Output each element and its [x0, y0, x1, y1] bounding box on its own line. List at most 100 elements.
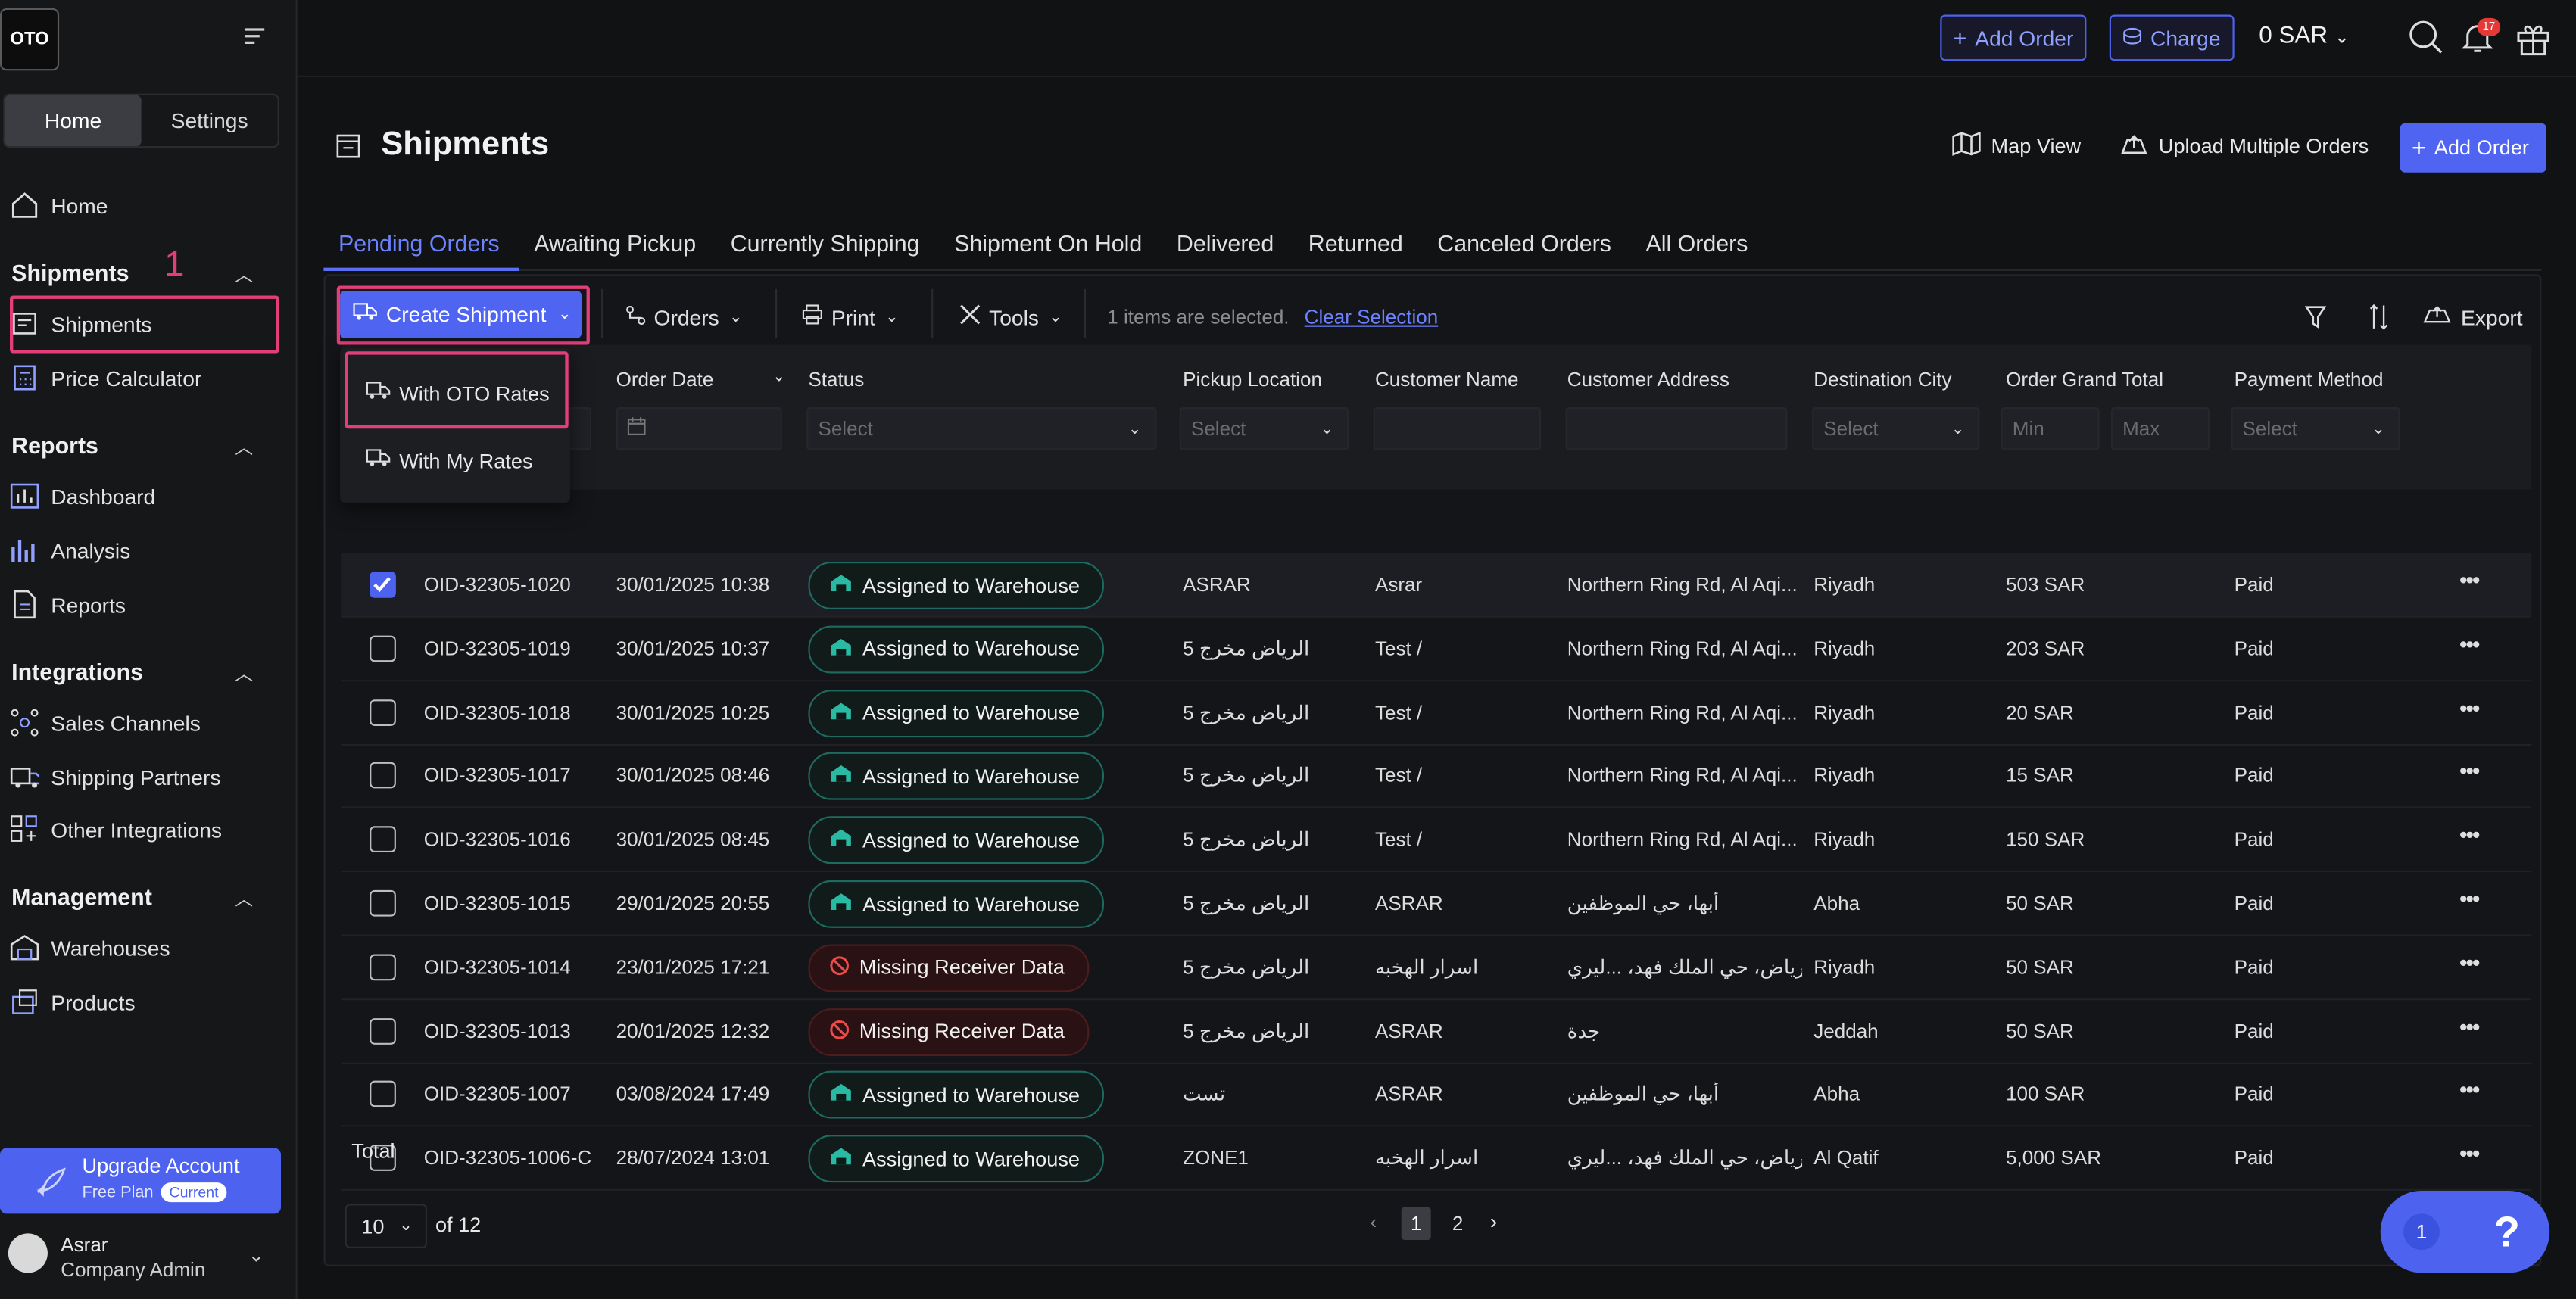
table-row[interactable]: OID-32305-1016 30/01/2025 08:45 Assigned t… [341, 808, 2532, 873]
column-status[interactable]: Status [808, 368, 864, 391]
order-id[interactable]: OID-32305-1015 [424, 892, 571, 914]
table-row[interactable]: OID-32305-1019 30/01/2025 10:37 Assigned t… [341, 617, 2532, 681]
row-checkbox[interactable] [370, 889, 396, 917]
column-order-grand-total[interactable]: Order Grand Total [2006, 368, 2163, 391]
column-payment-method[interactable]: Payment Method [2235, 368, 2384, 391]
table-row[interactable]: OID-32305-1020 30/01/2025 10:38 Assigned t… [341, 553, 2532, 618]
top-add-order-button[interactable]: + Add Order [1940, 14, 2087, 61]
more-options-icon[interactable]: ••• [2459, 821, 2481, 848]
sidebar-item-reports[interactable]: Reports [10, 583, 126, 625]
column-destination-city[interactable]: Destination City [1813, 368, 1951, 391]
prev-page-icon[interactable]: ‹ [1370, 1210, 1377, 1233]
order-id[interactable]: OID-32305-1017 [424, 765, 571, 787]
more-options-icon[interactable]: ••• [2459, 1076, 2481, 1103]
row-checkbox[interactable] [370, 826, 396, 853]
customer-filter[interactable] [1373, 407, 1542, 450]
table-row[interactable]: OID-32305-1007 03/08/2024 17:49 Assigned t… [341, 1064, 2532, 1128]
table-row[interactable]: OID-32305-1014 23/01/2025 17:21 Missing Re… [341, 936, 2532, 1000]
sidebar-item-shipments[interactable]: Shipments [10, 302, 152, 344]
more-options-icon[interactable]: ••• [2459, 758, 2481, 784]
sidebar-item-products[interactable]: Products [10, 980, 136, 1023]
chevron-up-icon[interactable]: ︿ [235, 261, 253, 288]
order-id[interactable]: OID-32305-1013 [424, 1019, 571, 1042]
row-checkbox[interactable] [370, 635, 396, 662]
more-options-icon[interactable]: ••• [2459, 949, 2481, 976]
tab-delivered[interactable]: Delivered [1162, 222, 1293, 271]
column-order-date[interactable]: Order Date [616, 368, 714, 391]
chevron-down-icon[interactable]: ⌄ [772, 368, 786, 386]
more-options-icon[interactable]: ••• [2459, 631, 2481, 657]
section-shipments[interactable]: Shipments [11, 256, 129, 288]
address-filter[interactable] [1565, 407, 1788, 450]
page-1-button[interactable]: 1 [1401, 1207, 1431, 1241]
orders-menu[interactable]: Orders ⌄ [626, 296, 743, 338]
tab-awaiting-pickup[interactable]: Awaiting Pickup [519, 222, 716, 271]
page-size-select[interactable]: 10 ⌄ [345, 1204, 428, 1248]
balance-dropdown[interactable]: 0 SAR ⌄ [2259, 23, 2350, 49]
sidebar-item-sales-channels[interactable]: Sales Channels [10, 701, 201, 743]
tab-returned[interactable]: Returned [1293, 222, 1423, 271]
add-order-button[interactable]: + Add Order [2400, 123, 2546, 173]
sidebar-item-price-calculator[interactable]: Price Calculator [10, 357, 201, 399]
tab-home[interactable]: Home [5, 95, 142, 147]
map-view-button[interactable]: Map View [1951, 131, 2081, 161]
order-id[interactable]: OID-32305-1020 [424, 573, 571, 596]
section-management[interactable]: Management [11, 880, 152, 913]
collapse-menu-icon[interactable] [245, 26, 265, 51]
more-options-icon[interactable]: ••• [2459, 1140, 2481, 1167]
max-total-input[interactable]: Max [2110, 407, 2210, 450]
table-row[interactable]: OID-32305-1018 30/01/2025 10:25 Assigned t… [341, 681, 2532, 746]
next-page-icon[interactable]: › [1490, 1209, 1497, 1234]
print-menu[interactable]: Print ⌄ [802, 296, 899, 338]
tab-currently-shipping[interactable]: Currently Shipping [716, 222, 939, 271]
chevron-up-icon[interactable]: ︿ [235, 434, 253, 460]
chevron-up-icon[interactable]: ︿ [235, 660, 253, 687]
search-icon[interactable] [2409, 20, 2445, 64]
sidebar-item-analysis[interactable]: Analysis [10, 529, 130, 572]
more-options-icon[interactable]: ••• [2459, 885, 2481, 911]
sort-icon[interactable] [2369, 296, 2389, 338]
export-button[interactable]: Export [2423, 296, 2523, 338]
column-customer-address[interactable]: Customer Address [1567, 368, 1729, 391]
oto-logo[interactable]: OTO [0, 8, 60, 71]
order-id[interactable]: OID-32305-1016 [424, 828, 571, 851]
help-widget[interactable]: 1 ? [2380, 1190, 2550, 1273]
row-checkbox[interactable] [370, 1081, 396, 1108]
upload-multiple-orders-button[interactable]: Upload Multiple Orders [2119, 132, 2369, 161]
gift-icon[interactable] [2515, 20, 2552, 64]
with-my-rates-option[interactable]: With My Rates [366, 448, 533, 473]
more-options-icon[interactable]: ••• [2459, 1013, 2481, 1039]
row-checkbox[interactable] [370, 762, 396, 790]
table-row[interactable]: OID-32305-1015 29/01/2025 20:55 Assigned t… [341, 872, 2532, 936]
order-id[interactable]: OID-32305-1014 [424, 955, 571, 978]
sidebar-item-shipping-partners[interactable]: Shipping Partners [10, 755, 220, 798]
column-customer-name[interactable]: Customer Name [1375, 368, 1519, 391]
avatar[interactable] [8, 1233, 48, 1273]
table-row[interactable]: OID-32305-1017 30/01/2025 08:46 Assigned t… [341, 745, 2532, 809]
chevron-down-icon[interactable]: ⌄ [248, 1243, 265, 1266]
row-checkbox[interactable] [370, 572, 396, 598]
more-options-icon[interactable]: ••• [2459, 694, 2481, 721]
section-integrations[interactable]: Integrations [11, 656, 143, 688]
min-total-input[interactable]: Min [2001, 407, 2100, 450]
tab-settings[interactable]: Settings [142, 95, 278, 146]
more-options-icon[interactable]: ••• [2459, 567, 2481, 593]
tools-menu[interactable]: Tools ⌄ [959, 296, 1062, 338]
tab-all-orders[interactable]: All Orders [1631, 222, 1768, 271]
pickup-filter[interactable]: Select ⌄ [1179, 407, 1349, 450]
clear-selection-link[interactable]: Clear Selection [1305, 296, 1439, 338]
sidebar-item-home[interactable]: Home [10, 184, 108, 226]
city-filter[interactable]: Select ⌄ [1812, 407, 1980, 450]
status-filter[interactable]: Select ⌄ [806, 407, 1157, 450]
table-row[interactable]: OID-32305-1013 20/01/2025 12:32 Missing Re… [341, 999, 2532, 1064]
order-id[interactable]: OID-32305-1018 [424, 701, 571, 724]
with-oto-rates-option[interactable]: With OTO Rates [366, 381, 550, 406]
table-row[interactable]: OID-32305-1006-C 28/07/2024 13:01 Assigned… [341, 1127, 2532, 1192]
order-id[interactable]: OID-32305-1019 [424, 637, 571, 659]
order-id[interactable]: OID-32305-1006-C [424, 1147, 591, 1170]
tab-shipment-on-hold[interactable]: Shipment On Hold [940, 222, 1162, 271]
row-checkbox[interactable] [370, 699, 396, 726]
column-pickup-location[interactable]: Pickup Location [1183, 368, 1322, 391]
page-2-button[interactable]: 2 [1452, 1212, 1464, 1235]
date-filter[interactable] [616, 407, 782, 450]
